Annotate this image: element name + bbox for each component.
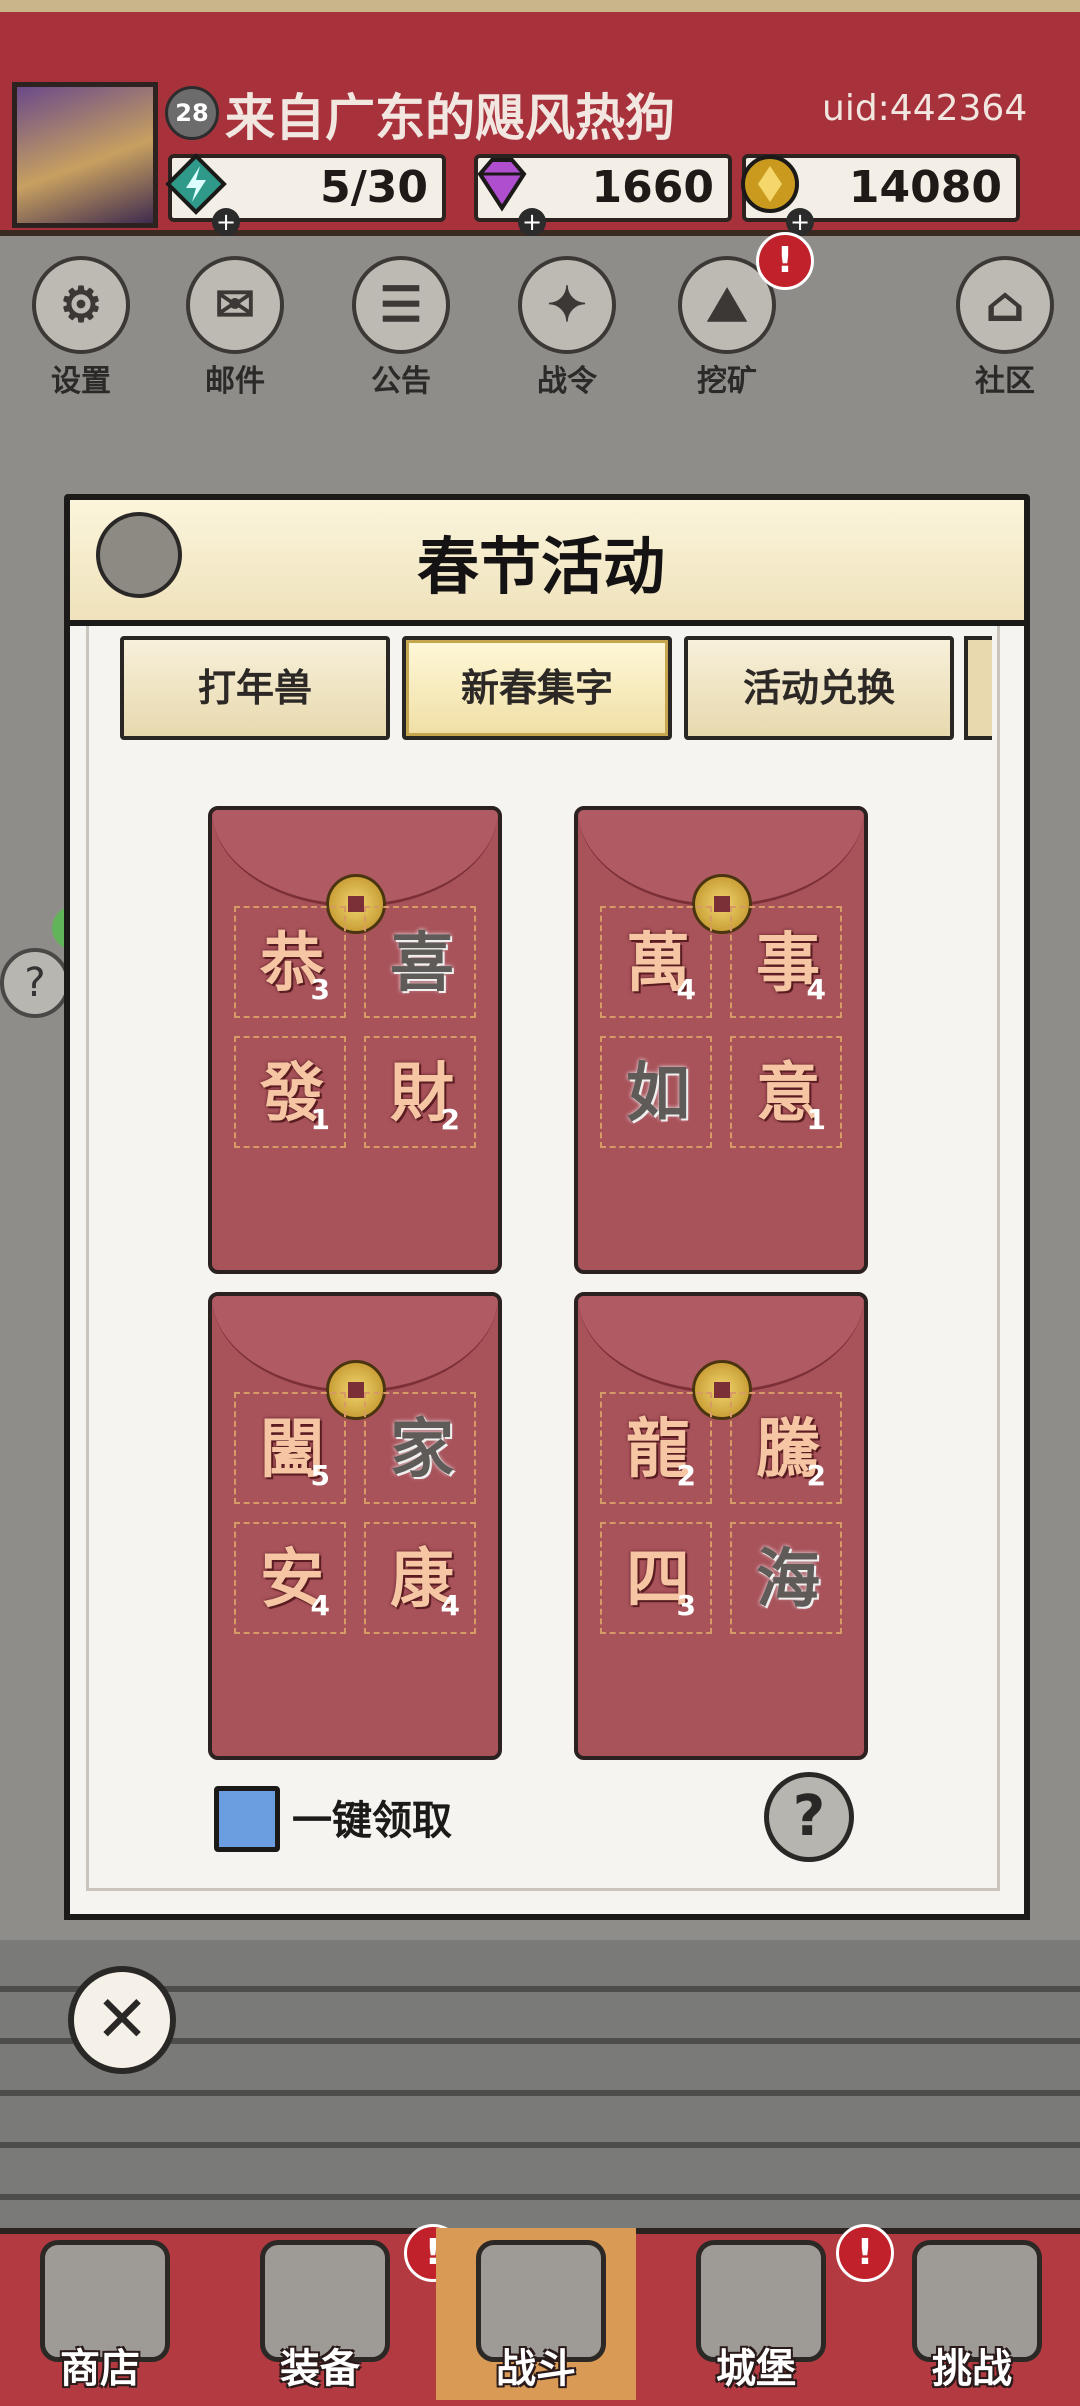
stamina-counter[interactable]: + 5/30 <box>165 153 446 236</box>
character-slot: 海 <box>730 1522 842 1634</box>
nav-battle[interactable]: 战斗 <box>436 2228 636 2400</box>
nav-equipment[interactable]: 装备 <box>220 2228 420 2400</box>
add-stamina-button[interactable]: + <box>212 208 240 236</box>
battle-pass-button[interactable]: ✦ 战令 <box>512 256 622 400</box>
character-slot: 康 4 <box>364 1522 476 1634</box>
character-slot: 事 4 <box>730 906 842 1018</box>
red-envelope[interactable]: 龍 2 騰 2 四 3 海 <box>574 1292 868 1760</box>
mail-button[interactable]: ✉ 邮件 <box>180 256 290 400</box>
dialog-title: 春节活动 <box>416 530 665 603</box>
one-click-claim-label: 一键领取 <box>292 1797 452 1844</box>
announcement-button[interactable]: ☰ 公告 <box>346 256 456 400</box>
character-slot: 喜 <box>364 906 476 1018</box>
character-slot: 安 4 <box>234 1522 346 1634</box>
close-button[interactable]: ✕ <box>68 1966 176 2074</box>
red-envelope[interactable]: 萬 4 事 4 如 意 1 <box>574 806 868 1274</box>
player-uid: uid:442364 <box>822 88 1028 129</box>
tab-event-exchange[interactable]: 活动兑换 <box>684 636 954 740</box>
community-button[interactable]: ⌂ 社区 <box>950 256 1060 400</box>
character-slot: 龍 2 <box>600 1392 712 1504</box>
character-slot: 如 <box>600 1036 712 1148</box>
lightning-gem-icon <box>164 152 228 216</box>
tab-overflow[interactable] <box>964 636 992 740</box>
mail-icon: ✉ <box>186 256 284 354</box>
nav-challenge[interactable]: 挑战 <box>872 2228 1072 2400</box>
gems-counter[interactable]: + 1660 <box>474 154 732 236</box>
add-gems-button[interactable]: + <box>518 208 546 236</box>
help-button[interactable]: ? <box>764 1772 854 1862</box>
mining-alert-badge: ! <box>756 232 814 290</box>
red-envelope[interactable]: 闔 5 家 安 4 康 4 <box>208 1292 502 1760</box>
character-slot: 闔 5 <box>234 1392 346 1504</box>
character-slot: 萬 4 <box>600 906 712 1018</box>
home-icon: ⌂ <box>956 256 1054 354</box>
nav-shop[interactable]: 商店 <box>0 2228 200 2400</box>
character-slot: 家 <box>364 1392 476 1504</box>
player-name: 来自广东的飓风热狗 <box>225 88 675 147</box>
tab-collect-characters[interactable]: 新春集字 <box>402 636 672 740</box>
nav-castle[interactable]: 城堡 <box>656 2228 856 2400</box>
character-slot: 騰 2 <box>730 1392 842 1504</box>
character-slot: 發 1 <box>234 1036 346 1148</box>
tab-nian-beast[interactable]: 打年兽 <box>120 636 390 740</box>
character-slot: 意 1 <box>730 1036 842 1148</box>
scroll-icon: ☰ <box>352 256 450 354</box>
crystal-ball-icon: ✦ <box>518 256 616 354</box>
side-help-icon[interactable]: ? <box>0 948 70 1018</box>
diamond-icon <box>470 152 534 216</box>
level-badge: 28 <box>165 86 219 140</box>
character-slot: 恭 3 <box>234 906 346 1018</box>
gold-counter[interactable]: + 14080 <box>741 154 1020 236</box>
character-slot: 四 3 <box>600 1522 712 1634</box>
one-click-claim-checkbox[interactable] <box>214 1786 280 1852</box>
player-avatar[interactable] <box>12 82 158 228</box>
red-envelope[interactable]: 恭 3 喜 發 1 財 2 <box>208 806 502 1274</box>
gear-icon: ⚙ <box>32 256 130 354</box>
settings-button[interactable]: ⚙ 设置 <box>26 256 136 400</box>
character-slot: 財 2 <box>364 1036 476 1148</box>
gold-coin-icon <box>738 152 802 216</box>
